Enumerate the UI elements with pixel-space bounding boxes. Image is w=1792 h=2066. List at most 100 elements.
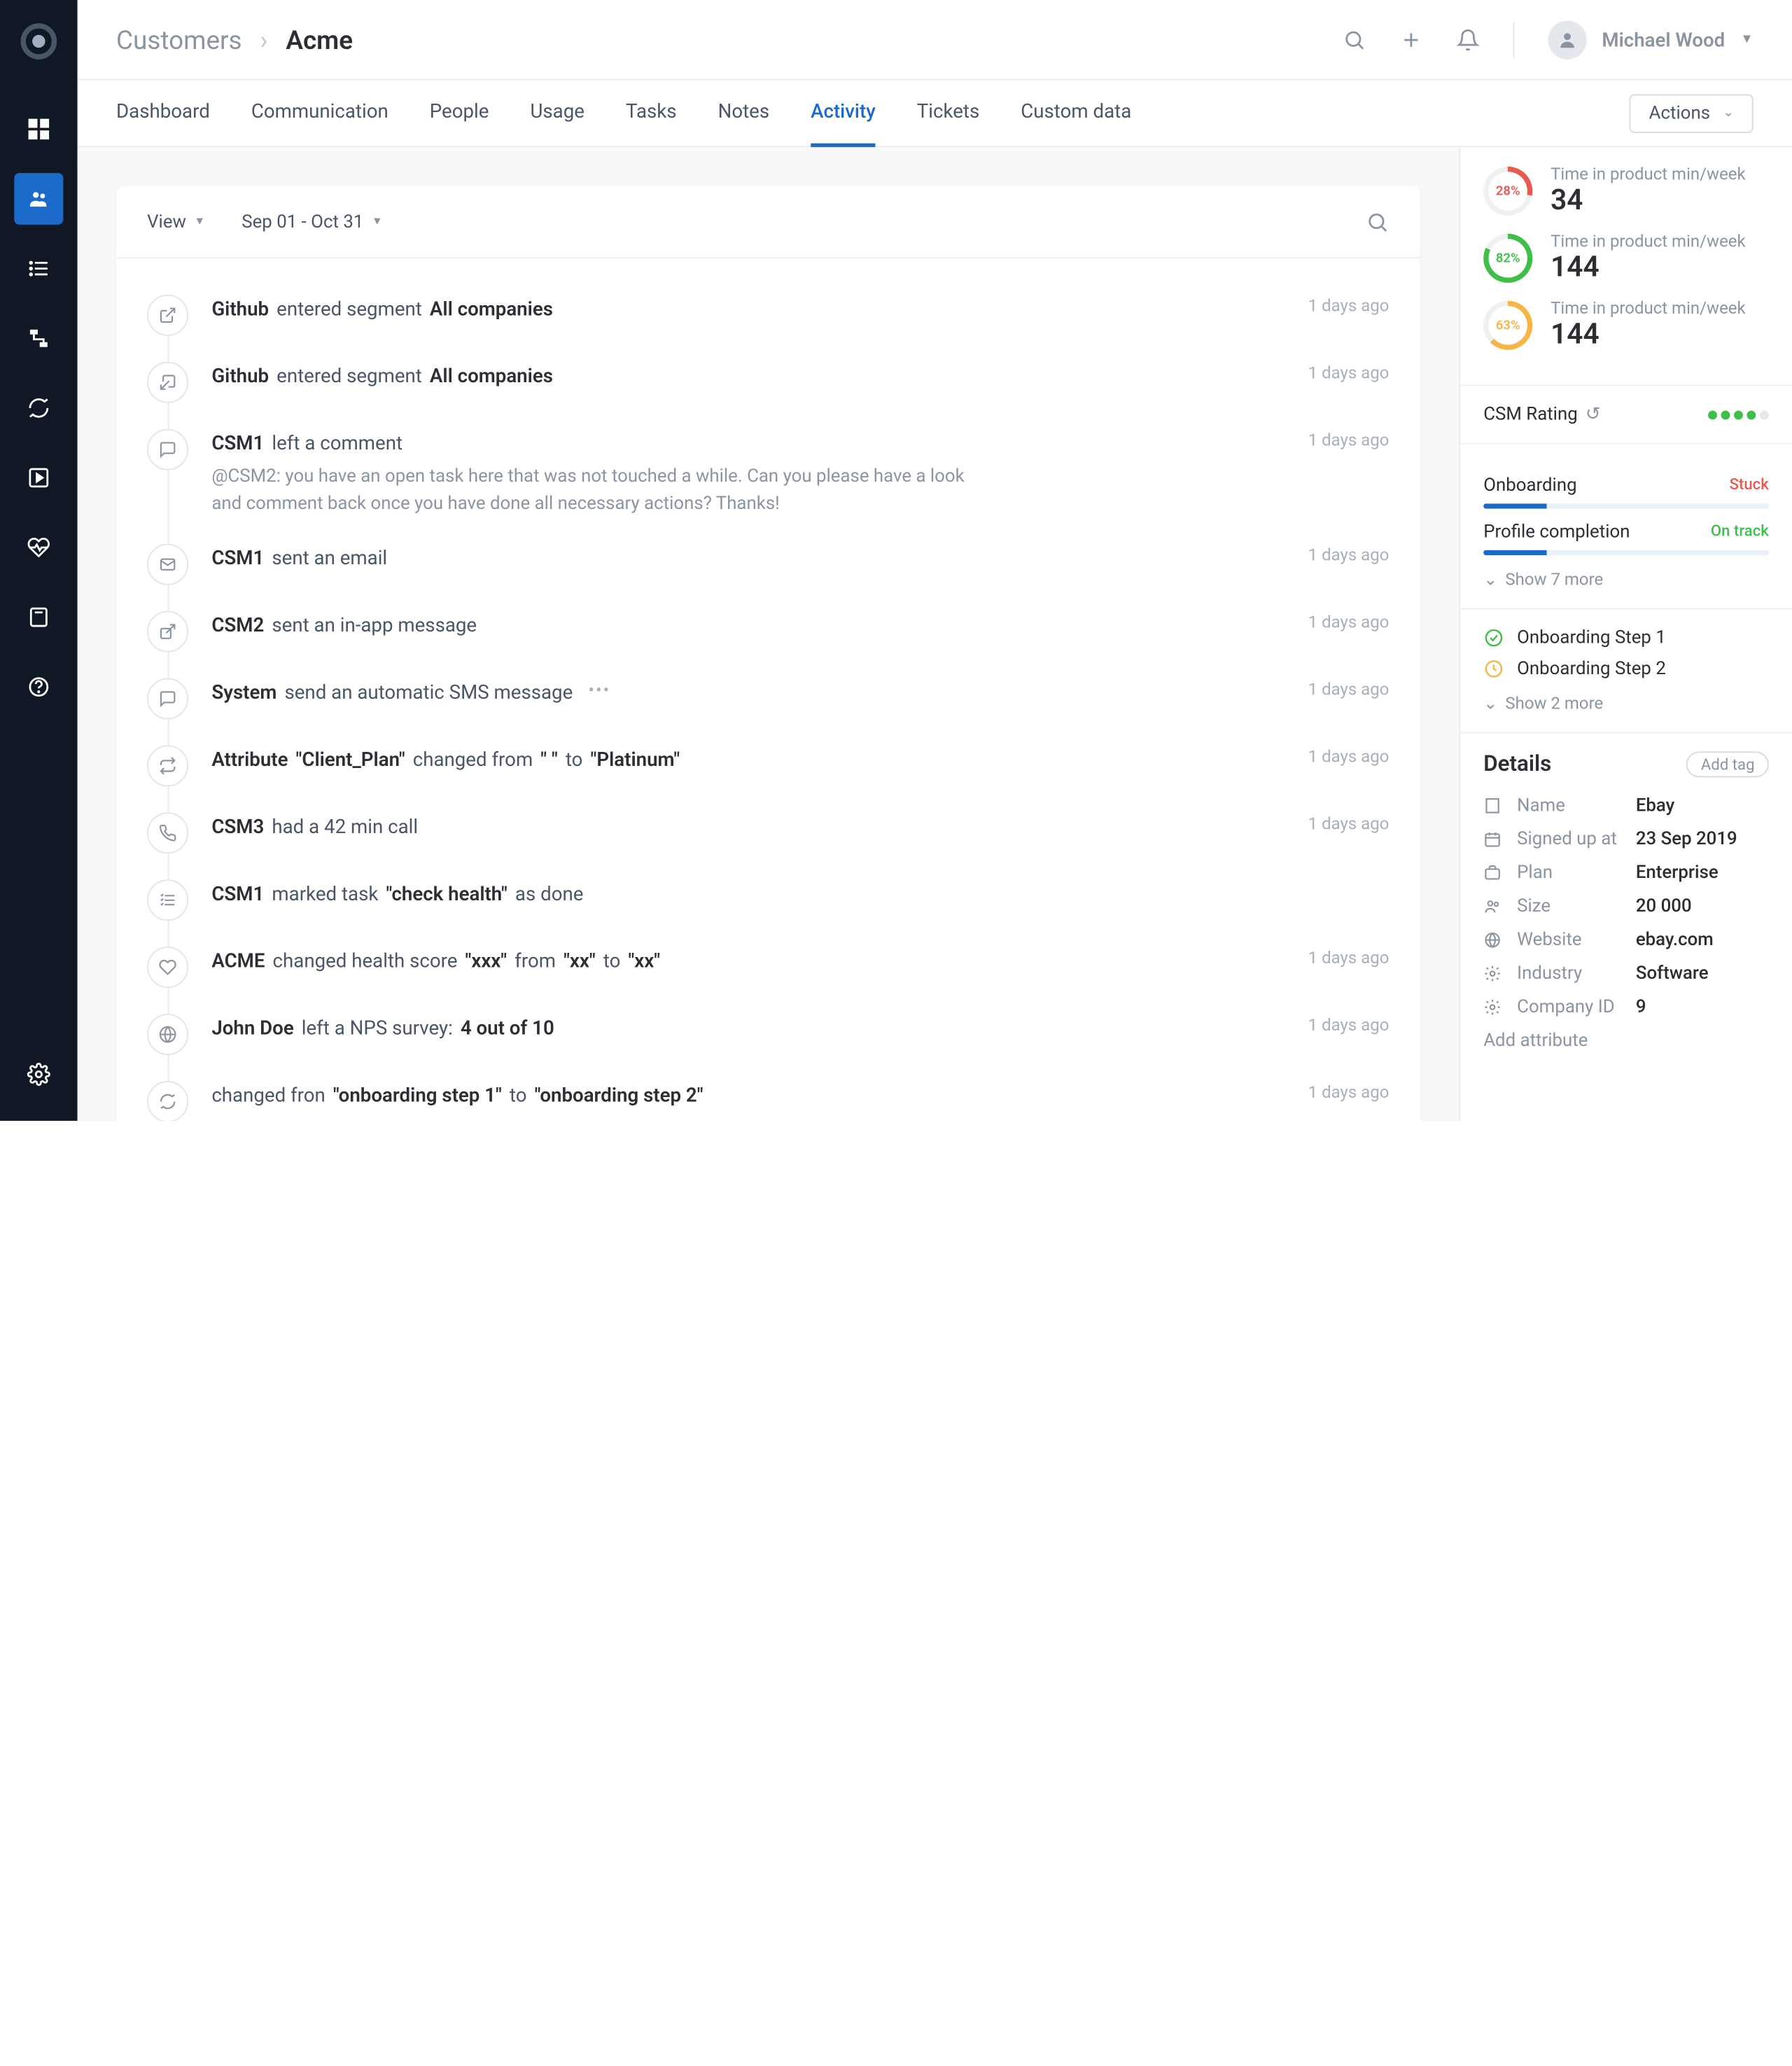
add-tag-button[interactable]: Add tag	[1687, 751, 1769, 777]
activity-comment: @CSM2: you have an open task here that w…	[211, 463, 986, 517]
actions-label: Actions	[1649, 103, 1710, 124]
inapp-icon	[147, 610, 188, 651]
activity-item: CSM1 sent an email 1 days ago	[147, 530, 1389, 597]
nav-calc[interactable]	[14, 592, 63, 643]
actions-button[interactable]: Actions ⌄	[1630, 94, 1754, 132]
activity-item: CSM3 had a 42 min call 1 days ago	[147, 799, 1389, 866]
nav-dashboard[interactable]	[14, 104, 63, 155]
chevron-down-icon: ▾	[197, 214, 203, 228]
chevron-down-icon: ⌄	[1483, 571, 1497, 590]
timestamp: 1 days ago	[1308, 1080, 1390, 1105]
search-icon[interactable]	[1366, 210, 1389, 233]
metric-pct: 63%	[1483, 301, 1532, 350]
search-icon[interactable]	[1343, 28, 1366, 51]
timestamp: 1 days ago	[1308, 811, 1390, 837]
globe-icon	[1483, 931, 1504, 949]
nav-play[interactable]	[14, 452, 63, 504]
detail-row: Name Ebay	[1483, 795, 1769, 816]
more-icon[interactable]: •••	[589, 677, 611, 704]
metric: 63% Time in product min/week 144	[1483, 300, 1769, 351]
tab-custom-data[interactable]: Custom data	[1021, 79, 1131, 146]
breadcrumb: Customers › Acme	[116, 24, 353, 55]
progress-item: OnboardingStuck	[1483, 475, 1769, 509]
tab-communication[interactable]: Communication	[251, 79, 388, 146]
tab-dashboard[interactable]: Dashboard	[116, 79, 210, 146]
metric-pct: 82%	[1483, 234, 1532, 283]
tab-notes[interactable]: Notes	[718, 79, 770, 146]
timestamp: 1 days ago	[1308, 677, 1390, 702]
nav-list[interactable]	[14, 243, 63, 295]
nav-flow[interactable]	[14, 312, 63, 364]
onboarding-step: Onboarding Step 1	[1483, 627, 1769, 648]
detail-row: Size 20 000	[1483, 896, 1769, 917]
activity-item: Github entered segment All companies 1 d…	[147, 349, 1389, 416]
detail-row: Website ebay.com	[1483, 930, 1769, 951]
gear-icon	[1483, 965, 1504, 983]
nav-help[interactable]	[14, 661, 63, 713]
history-icon[interactable]: ↺	[1586, 404, 1601, 425]
comment-icon	[147, 428, 188, 470]
user-menu[interactable]: Michael Wood ▼	[1548, 20, 1754, 59]
view-dropdown[interactable]: View▾	[147, 211, 203, 232]
activity-item: ACME changed health score "xxx" from "xx…	[147, 933, 1389, 1000]
breadcrumb-parent[interactable]: Customers	[116, 24, 242, 55]
chevron-down-icon: ⌄	[1483, 695, 1497, 714]
activity-item: Attribute "Client_Plan" changed from " "…	[147, 732, 1389, 799]
metric-pct: 28%	[1483, 167, 1532, 216]
tab-tasks[interactable]: Tasks	[626, 79, 677, 146]
nav-health[interactable]	[14, 522, 63, 573]
building-icon	[1483, 797, 1504, 815]
rating-dots	[1708, 410, 1769, 419]
timestamp: 1 days ago	[1308, 295, 1390, 320]
activity-item: Github entered segment All companies 1 d…	[147, 281, 1389, 349]
metric-value: 34	[1550, 185, 1746, 217]
task-icon	[147, 879, 188, 920]
timestamp: 1 days ago	[1308, 610, 1390, 635]
breadcrumb-current: Acme	[286, 24, 353, 55]
tab-people[interactable]: People	[430, 79, 489, 146]
tab-tickets[interactable]: Tickets	[917, 79, 979, 146]
user-name: Michael Wood	[1602, 28, 1725, 51]
details-title: Details	[1483, 751, 1551, 777]
metric: 28% Time in product min/week 34	[1483, 165, 1769, 217]
csm-rating-label: CSM Rating	[1483, 404, 1578, 425]
activity-item: John Doe left a NPS survey: 4 out of 10 …	[147, 1000, 1389, 1067]
progress-item: Profile completionOn track	[1483, 522, 1769, 555]
activity-item: System send an automatic SMS message •••…	[147, 664, 1389, 732]
show-more-steps[interactable]: ⌄Show 2 more	[1483, 695, 1769, 714]
timestamp: 1 days ago	[1308, 744, 1390, 769]
detail-row: Industry Software	[1483, 963, 1769, 984]
activity-item: CSM1 marked task "check health" as done	[147, 866, 1389, 933]
metric-label: Time in product min/week	[1550, 232, 1746, 252]
plus-icon[interactable]	[1399, 28, 1422, 51]
detail-row: Plan Enterprise	[1483, 863, 1769, 884]
cycle-icon	[147, 1080, 188, 1121]
metric: 82% Time in product min/week 144	[1483, 232, 1769, 284]
metric-label: Time in product min/week	[1550, 165, 1746, 185]
logo	[21, 23, 57, 60]
chevron-down-icon: ⌄	[1723, 106, 1734, 120]
bell-icon[interactable]	[1456, 28, 1479, 51]
date-range-dropdown[interactable]: Sep 01 - Oct 31▾	[241, 211, 380, 232]
activity-item: CSM2 sent an in-app message 1 days ago	[147, 597, 1389, 664]
metric-value: 144	[1550, 252, 1746, 284]
timestamp: 1 days ago	[1308, 361, 1390, 386]
enter-icon	[147, 295, 188, 336]
tabs-bar: Dashboard Communication People Usage Tasks No…	[78, 80, 1792, 147]
users-icon	[1483, 898, 1504, 916]
activity-feed: View▾ Sep 01 - Oct 31▾ Github entered se…	[116, 186, 1420, 1121]
add-attribute-button[interactable]: Add attribute	[1483, 1031, 1769, 1052]
activity-item: changed fron "onboarding step 1" to "onb…	[147, 1067, 1389, 1121]
comment-icon	[147, 677, 188, 718]
show-more-progress[interactable]: ⌄Show 7 more	[1483, 571, 1769, 590]
nav-settings[interactable]	[14, 1049, 63, 1101]
tab-activity[interactable]: Activity	[811, 79, 876, 146]
tab-usage[interactable]: Usage	[530, 79, 584, 146]
avatar	[1548, 20, 1586, 59]
health-icon	[147, 946, 188, 987]
divider	[1513, 21, 1514, 57]
nav-customers[interactable]	[14, 173, 63, 225]
exit-icon	[147, 361, 188, 403]
nav-sync[interactable]	[14, 382, 63, 434]
chevron-down-icon: ▼	[1740, 32, 1753, 46]
